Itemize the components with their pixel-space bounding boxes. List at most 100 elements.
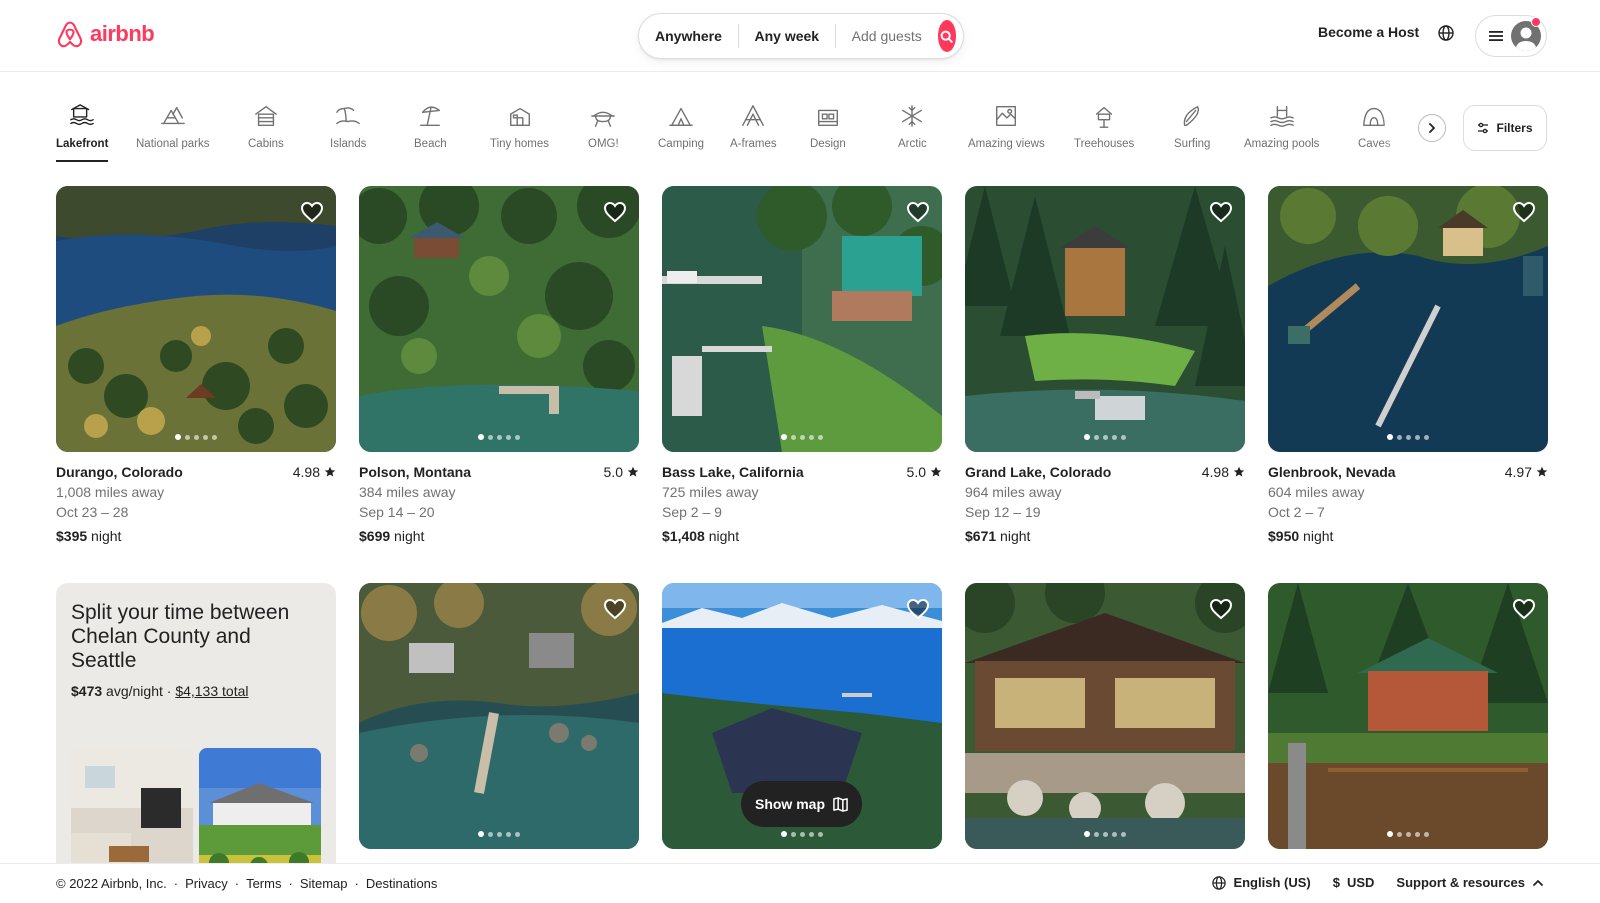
- category-beach[interactable]: Beach: [414, 100, 447, 150]
- pagination-dot: [488, 831, 493, 837]
- currency-button[interactable]: $ USD: [1333, 875, 1375, 890]
- category-islands[interactable]: Islands: [330, 100, 366, 150]
- filters-button[interactable]: Filters: [1463, 105, 1547, 151]
- category-tiny-homes[interactable]: Tiny homes: [490, 100, 549, 150]
- pagination-dot: [781, 434, 787, 440]
- rating-value: 4.98: [1201, 464, 1229, 480]
- category-surfing[interactable]: Surfing: [1174, 100, 1210, 150]
- category-next-button[interactable]: [1418, 114, 1446, 142]
- category-a-frames[interactable]: A-frames: [730, 100, 777, 150]
- wishlist-button[interactable]: [906, 597, 930, 626]
- category-label: Design: [810, 138, 846, 150]
- category-treehouses[interactable]: Treehouses: [1074, 100, 1134, 150]
- listing-info: Glenbrook, Nevada 4.97 604 miles away Oc…: [1268, 462, 1548, 546]
- photo-pagination-dots[interactable]: [1268, 434, 1548, 440]
- wishlist-button[interactable]: [603, 597, 627, 626]
- pagination-dot: [175, 434, 181, 440]
- listing-photo[interactable]: [56, 186, 336, 452]
- listing-photo[interactable]: [359, 186, 639, 452]
- photo-pagination-dots[interactable]: [1268, 831, 1548, 837]
- listing-rating: 5.0: [907, 462, 942, 482]
- listing-card[interactable]: [1268, 583, 1548, 849]
- amazing-views-icon: [992, 102, 1020, 130]
- wishlist-button[interactable]: [906, 200, 930, 229]
- listing-photo[interactable]: [662, 186, 942, 452]
- search-any-week[interactable]: Any week: [739, 24, 836, 48]
- footer-link-sitemap[interactable]: Sitemap: [300, 876, 348, 891]
- islands-icon: [334, 102, 362, 130]
- surfing-icon: [1178, 102, 1206, 130]
- listing-card[interactable]: Glenbrook, Nevada 4.97 604 miles away Oc…: [1268, 186, 1548, 546]
- heart-icon: [1512, 201, 1536, 223]
- listing-photo[interactable]: [965, 583, 1245, 849]
- listing-rating: 4.98: [1202, 462, 1245, 482]
- listing-photo[interactable]: [965, 186, 1245, 452]
- listing-dates: Sep 2 – 9: [662, 504, 722, 520]
- category-amazing-pools[interactable]: Amazing pools: [1244, 100, 1319, 150]
- wishlist-button[interactable]: [603, 200, 627, 229]
- become-host-link[interactable]: Become a Host: [1318, 24, 1419, 40]
- listing-distance: 964 miles away: [965, 484, 1062, 500]
- listing-card[interactable]: Grand Lake, Colorado 4.98 964 miles away…: [965, 186, 1245, 546]
- pagination-dot: [1424, 434, 1429, 440]
- wishlist-button[interactable]: [1512, 597, 1536, 626]
- wishlist-button[interactable]: [300, 200, 324, 229]
- listing-card[interactable]: Polson, Montana 5.0 384 miles away Sep 1…: [359, 186, 639, 546]
- pagination-dot: [1094, 434, 1099, 440]
- category-national-parks[interactable]: National parks: [136, 100, 210, 150]
- wishlist-button[interactable]: [1512, 200, 1536, 229]
- footer-link-destinations[interactable]: Destinations: [366, 876, 438, 891]
- listing-location: Bass Lake, California: [662, 464, 804, 480]
- listing-photo[interactable]: [1268, 186, 1548, 452]
- price-value: $950: [1268, 528, 1300, 544]
- pagination-dot: [1397, 831, 1402, 837]
- category-arctic[interactable]: Arctic: [898, 100, 927, 150]
- footer-link-privacy[interactable]: Privacy: [185, 876, 228, 891]
- search-button[interactable]: [937, 20, 957, 52]
- category-design[interactable]: Design: [810, 100, 846, 150]
- show-map-button[interactable]: Show map: [741, 781, 862, 827]
- photo-pagination-dots[interactable]: [359, 831, 639, 837]
- pagination-dot: [203, 434, 208, 440]
- category-cabins[interactable]: Cabins: [248, 100, 284, 150]
- category-omg[interactable]: OMG!: [588, 100, 619, 150]
- national-parks-icon: [159, 102, 187, 130]
- listing-card[interactable]: Bass Lake, California 5.0 725 miles away…: [662, 186, 942, 546]
- footer-link-terms[interactable]: Terms: [246, 876, 281, 891]
- photo-pagination-dots[interactable]: [359, 434, 639, 440]
- listing-photo[interactable]: [359, 583, 639, 849]
- airbnb-logo[interactable]: airbnb: [56, 18, 155, 50]
- listing-photo[interactable]: [1268, 583, 1548, 849]
- listing-price: $671 night: [965, 526, 1245, 546]
- promo-card[interactable]: Split your time between Chelan County an…: [56, 583, 336, 883]
- promo-total-link[interactable]: $4,133 total: [175, 683, 248, 699]
- listing-info: Durango, Colorado 4.98 1,008 miles away …: [56, 462, 336, 546]
- wishlist-button[interactable]: [1209, 200, 1233, 229]
- search-anywhere[interactable]: Anywhere: [639, 24, 738, 48]
- photo-pagination-dots[interactable]: [965, 434, 1245, 440]
- photo-pagination-dots[interactable]: [662, 831, 942, 837]
- globe-icon[interactable]: [1438, 25, 1454, 41]
- category-lakefront[interactable]: Lakefront: [56, 100, 109, 162]
- listing-price: $395 night: [56, 526, 336, 546]
- photo-pagination-dots[interactable]: [56, 434, 336, 440]
- pagination-dot: [1103, 831, 1108, 837]
- listing-location: Polson, Montana: [359, 464, 471, 480]
- photo-pagination-dots[interactable]: [662, 434, 942, 440]
- heart-icon: [603, 598, 627, 620]
- language-button[interactable]: English (US): [1212, 875, 1311, 890]
- listing-card[interactable]: [359, 583, 639, 849]
- listing-distance: 725 miles away: [662, 484, 759, 500]
- search-add-guests[interactable]: Add guests: [836, 24, 938, 48]
- category-amazing-views[interactable]: Amazing views: [968, 100, 1045, 150]
- search-bar[interactable]: Anywhere Any week Add guests: [638, 13, 964, 59]
- category-camping[interactable]: Camping: [658, 100, 704, 150]
- arctic-icon: [898, 102, 926, 130]
- photo-pagination-dots[interactable]: [965, 831, 1245, 837]
- support-button[interactable]: Support & resources: [1396, 875, 1544, 890]
- wishlist-button[interactable]: [1209, 597, 1233, 626]
- heart-icon: [1209, 598, 1233, 620]
- listing-card[interactable]: [965, 583, 1245, 849]
- pagination-dot: [1406, 831, 1411, 837]
- listing-card[interactable]: Durango, Colorado 4.98 1,008 miles away …: [56, 186, 336, 546]
